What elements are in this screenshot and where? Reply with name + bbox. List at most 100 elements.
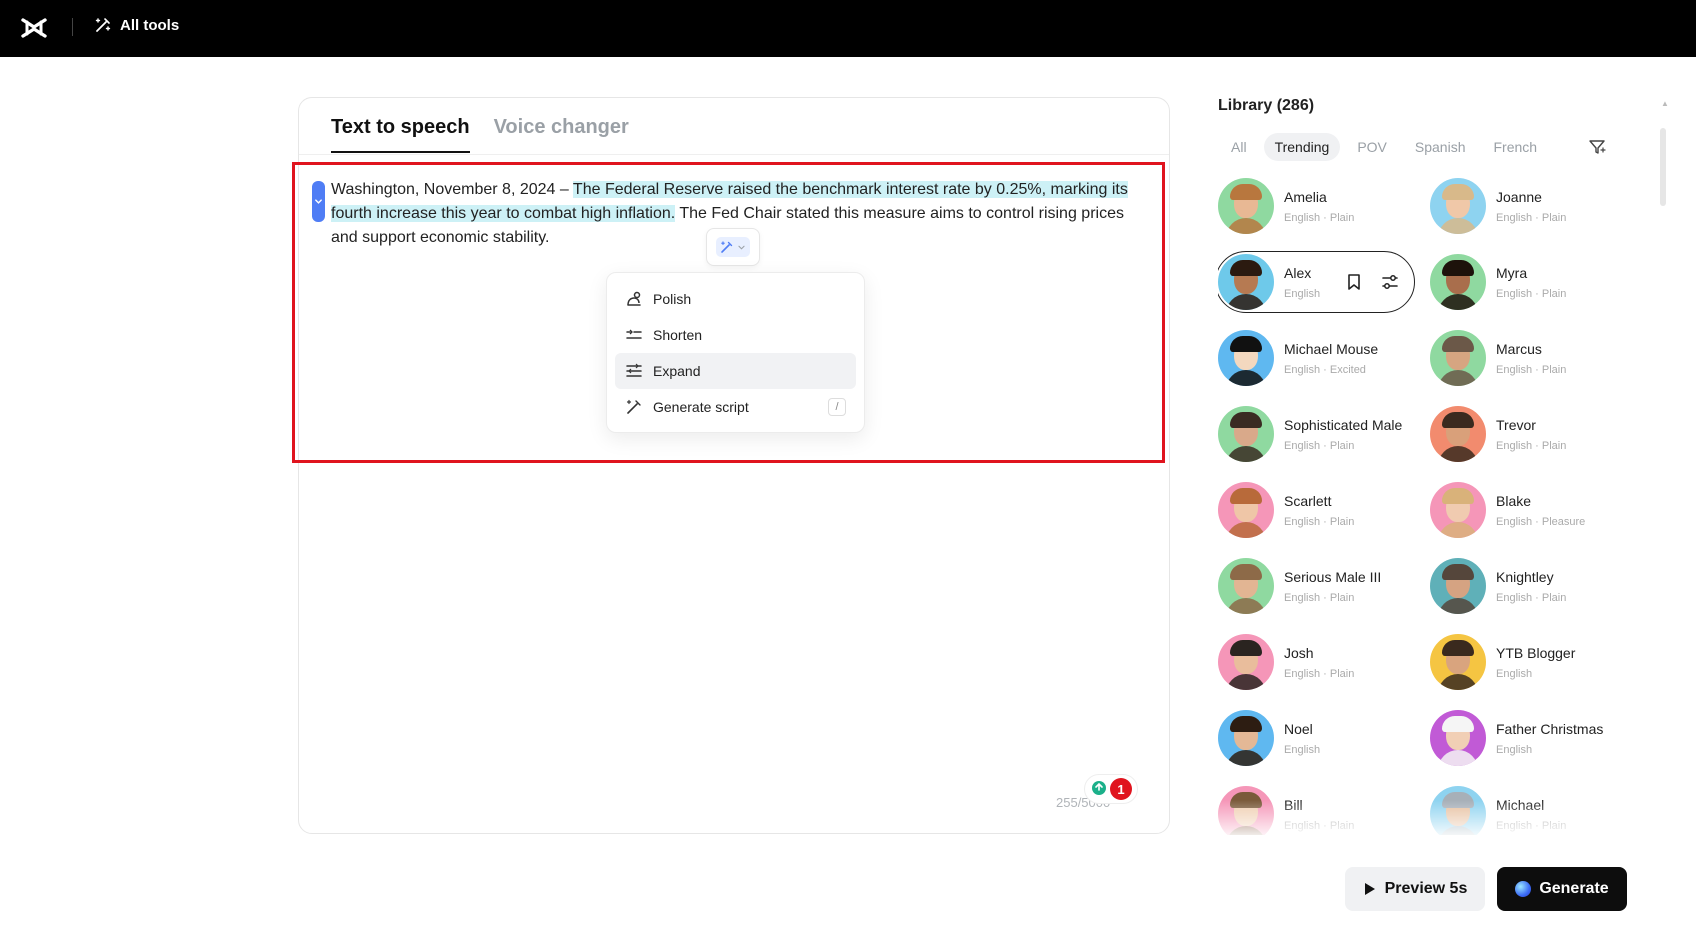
- voice-name: Blake: [1496, 492, 1532, 509]
- generate-label: Generate: [1539, 880, 1609, 897]
- ai-writer-pill: [716, 237, 750, 257]
- ai-writer-menu: Polish Shorten Expand Generate script /: [606, 272, 865, 433]
- voice-card[interactable]: Father Christmas English: [1430, 707, 1630, 769]
- preview-label: Preview 5s: [1384, 880, 1468, 897]
- voice-card[interactable]: Joanne English · Plain: [1430, 175, 1630, 237]
- magic-wand-icon: [95, 18, 111, 32]
- voice-card[interactable]: Amelia English · Plain: [1218, 175, 1418, 237]
- assistant-badge[interactable]: 1: [1084, 774, 1138, 804]
- all-tools-button[interactable]: All tools: [94, 16, 179, 34]
- filter-chip-trending[interactable]: Trending: [1263, 133, 1341, 161]
- header-divider: [72, 18, 73, 36]
- voice-meta: English: [1496, 743, 1533, 756]
- voice-name: Alex: [1284, 264, 1312, 281]
- avatar-body: [1226, 218, 1266, 234]
- mode-tabs: Text to speech Voice changer: [331, 116, 629, 153]
- generate-orb-icon: [1515, 881, 1532, 897]
- avatar-body: [1226, 370, 1266, 386]
- menu-item-expand[interactable]: Expand: [615, 353, 856, 389]
- filter-chip-pov[interactable]: POV: [1346, 133, 1398, 161]
- avatar: [1218, 558, 1274, 614]
- voice-card[interactable]: Sophisticated Male English · Plain: [1218, 403, 1418, 465]
- voice-card[interactable]: Myra English · Plain: [1430, 251, 1630, 313]
- bookmark-icon[interactable]: [1344, 272, 1364, 292]
- avatar-hair: [1230, 716, 1262, 732]
- voice-meta: English: [1284, 743, 1321, 756]
- avatar-body: [1438, 674, 1478, 690]
- top-bar: All tools: [0, 0, 1696, 57]
- tab-text-to-speech[interactable]: Text to speech: [331, 116, 470, 153]
- ai-writer-toggle[interactable]: [706, 228, 760, 266]
- avatar-hair: [1230, 488, 1262, 504]
- tab-voice-changer[interactable]: Voice changer: [494, 116, 629, 153]
- avatar: [1430, 254, 1486, 310]
- voice-card[interactable]: Blake English · Pleasure: [1430, 479, 1630, 541]
- voice-info: Scarlett English · Plain: [1284, 493, 1354, 528]
- voice-name: Noel: [1284, 720, 1313, 737]
- voice-card[interactable]: YTB Blogger English: [1430, 631, 1630, 693]
- voice-meta: English · Pleasure: [1496, 515, 1586, 528]
- voice-name: Marcus: [1496, 340, 1542, 357]
- voice-card[interactable]: Josh English · Plain: [1218, 631, 1418, 693]
- tab-divider: [299, 154, 1169, 155]
- avatar-hair: [1230, 336, 1262, 352]
- voice-info: Joanne English · Plain: [1496, 189, 1566, 224]
- generate-script-icon: [626, 399, 641, 414]
- avatar-hair: [1442, 488, 1474, 504]
- filter-icon[interactable]: [1587, 137, 1607, 157]
- avatar: [1218, 406, 1274, 462]
- generate-button[interactable]: Generate: [1497, 867, 1627, 911]
- voice-info: YTB Blogger English: [1496, 645, 1575, 680]
- voice-name: Father Christmas: [1496, 720, 1604, 737]
- paragraph-handle[interactable]: [312, 181, 325, 222]
- menu-item-shorten[interactable]: Shorten: [615, 317, 856, 353]
- avatar-body: [1226, 598, 1266, 614]
- library-title: Library (286): [1218, 97, 1315, 114]
- magic-wand-icon: [721, 241, 733, 253]
- avatar: [1430, 330, 1486, 386]
- avatar: [1218, 634, 1274, 690]
- avatar: [1218, 254, 1274, 310]
- menu-item-polish[interactable]: Polish: [615, 281, 856, 317]
- voice-card[interactable]: Michael Mouse English · Excited: [1218, 327, 1418, 389]
- voice-name: Amelia: [1284, 188, 1327, 205]
- avatar-body: [1438, 522, 1478, 538]
- library-filters: All Trending POV Spanish French: [1220, 133, 1548, 161]
- shorten-icon: [626, 329, 642, 339]
- notification-count-badge: 1: [1110, 778, 1132, 800]
- avatar: [1430, 178, 1486, 234]
- voice-list: Amelia English · Plain Joanne English · Pla…: [1218, 175, 1648, 835]
- voice-meta: English · Plain: [1496, 287, 1567, 300]
- scroll-up-arrow[interactable]: ▲: [1661, 99, 1669, 108]
- voice-meta: English · Plain: [1284, 515, 1355, 528]
- voice-name: Scarlett: [1284, 492, 1332, 509]
- avatar-hair: [1442, 336, 1474, 352]
- library-scrollbar[interactable]: [1660, 128, 1666, 206]
- voice-name: Knightley: [1496, 568, 1554, 585]
- capcut-logo-icon[interactable]: [20, 14, 48, 42]
- voice-meta: English · Excited: [1284, 363, 1366, 376]
- filter-chip-french[interactable]: French: [1482, 133, 1548, 161]
- voice-meta: English: [1284, 287, 1321, 300]
- voice-meta: English · Plain: [1496, 363, 1567, 376]
- voice-card[interactable]: Knightley English · Plain: [1430, 555, 1630, 617]
- voice-card[interactable]: Serious Male III English · Plain: [1218, 555, 1418, 617]
- avatar-hair: [1442, 716, 1474, 732]
- voice-meta: English · Plain: [1496, 439, 1567, 452]
- voice-name: Michael Mouse: [1284, 340, 1379, 357]
- filter-chip-spanish[interactable]: Spanish: [1404, 133, 1477, 161]
- chevron-down-icon: [315, 199, 322, 204]
- voice-name: Serious Male III: [1284, 568, 1382, 585]
- avatar-body: [1226, 522, 1266, 538]
- avatar-body: [1438, 446, 1478, 462]
- filter-chip-all[interactable]: All: [1220, 133, 1258, 161]
- voice-card[interactable]: Alex English: [1218, 251, 1415, 313]
- voice-card[interactable]: Scarlett English · Plain: [1218, 479, 1418, 541]
- voice-info: Father Christmas English: [1496, 721, 1603, 756]
- voice-card[interactable]: Marcus English · Plain: [1430, 327, 1630, 389]
- voice-card[interactable]: Trevor English · Plain: [1430, 403, 1630, 465]
- voice-card[interactable]: Noel English: [1218, 707, 1418, 769]
- menu-item-generate-script[interactable]: Generate script /: [615, 389, 856, 425]
- settings-sliders-icon[interactable]: [1380, 272, 1400, 292]
- preview-button[interactable]: Preview 5s: [1345, 867, 1485, 911]
